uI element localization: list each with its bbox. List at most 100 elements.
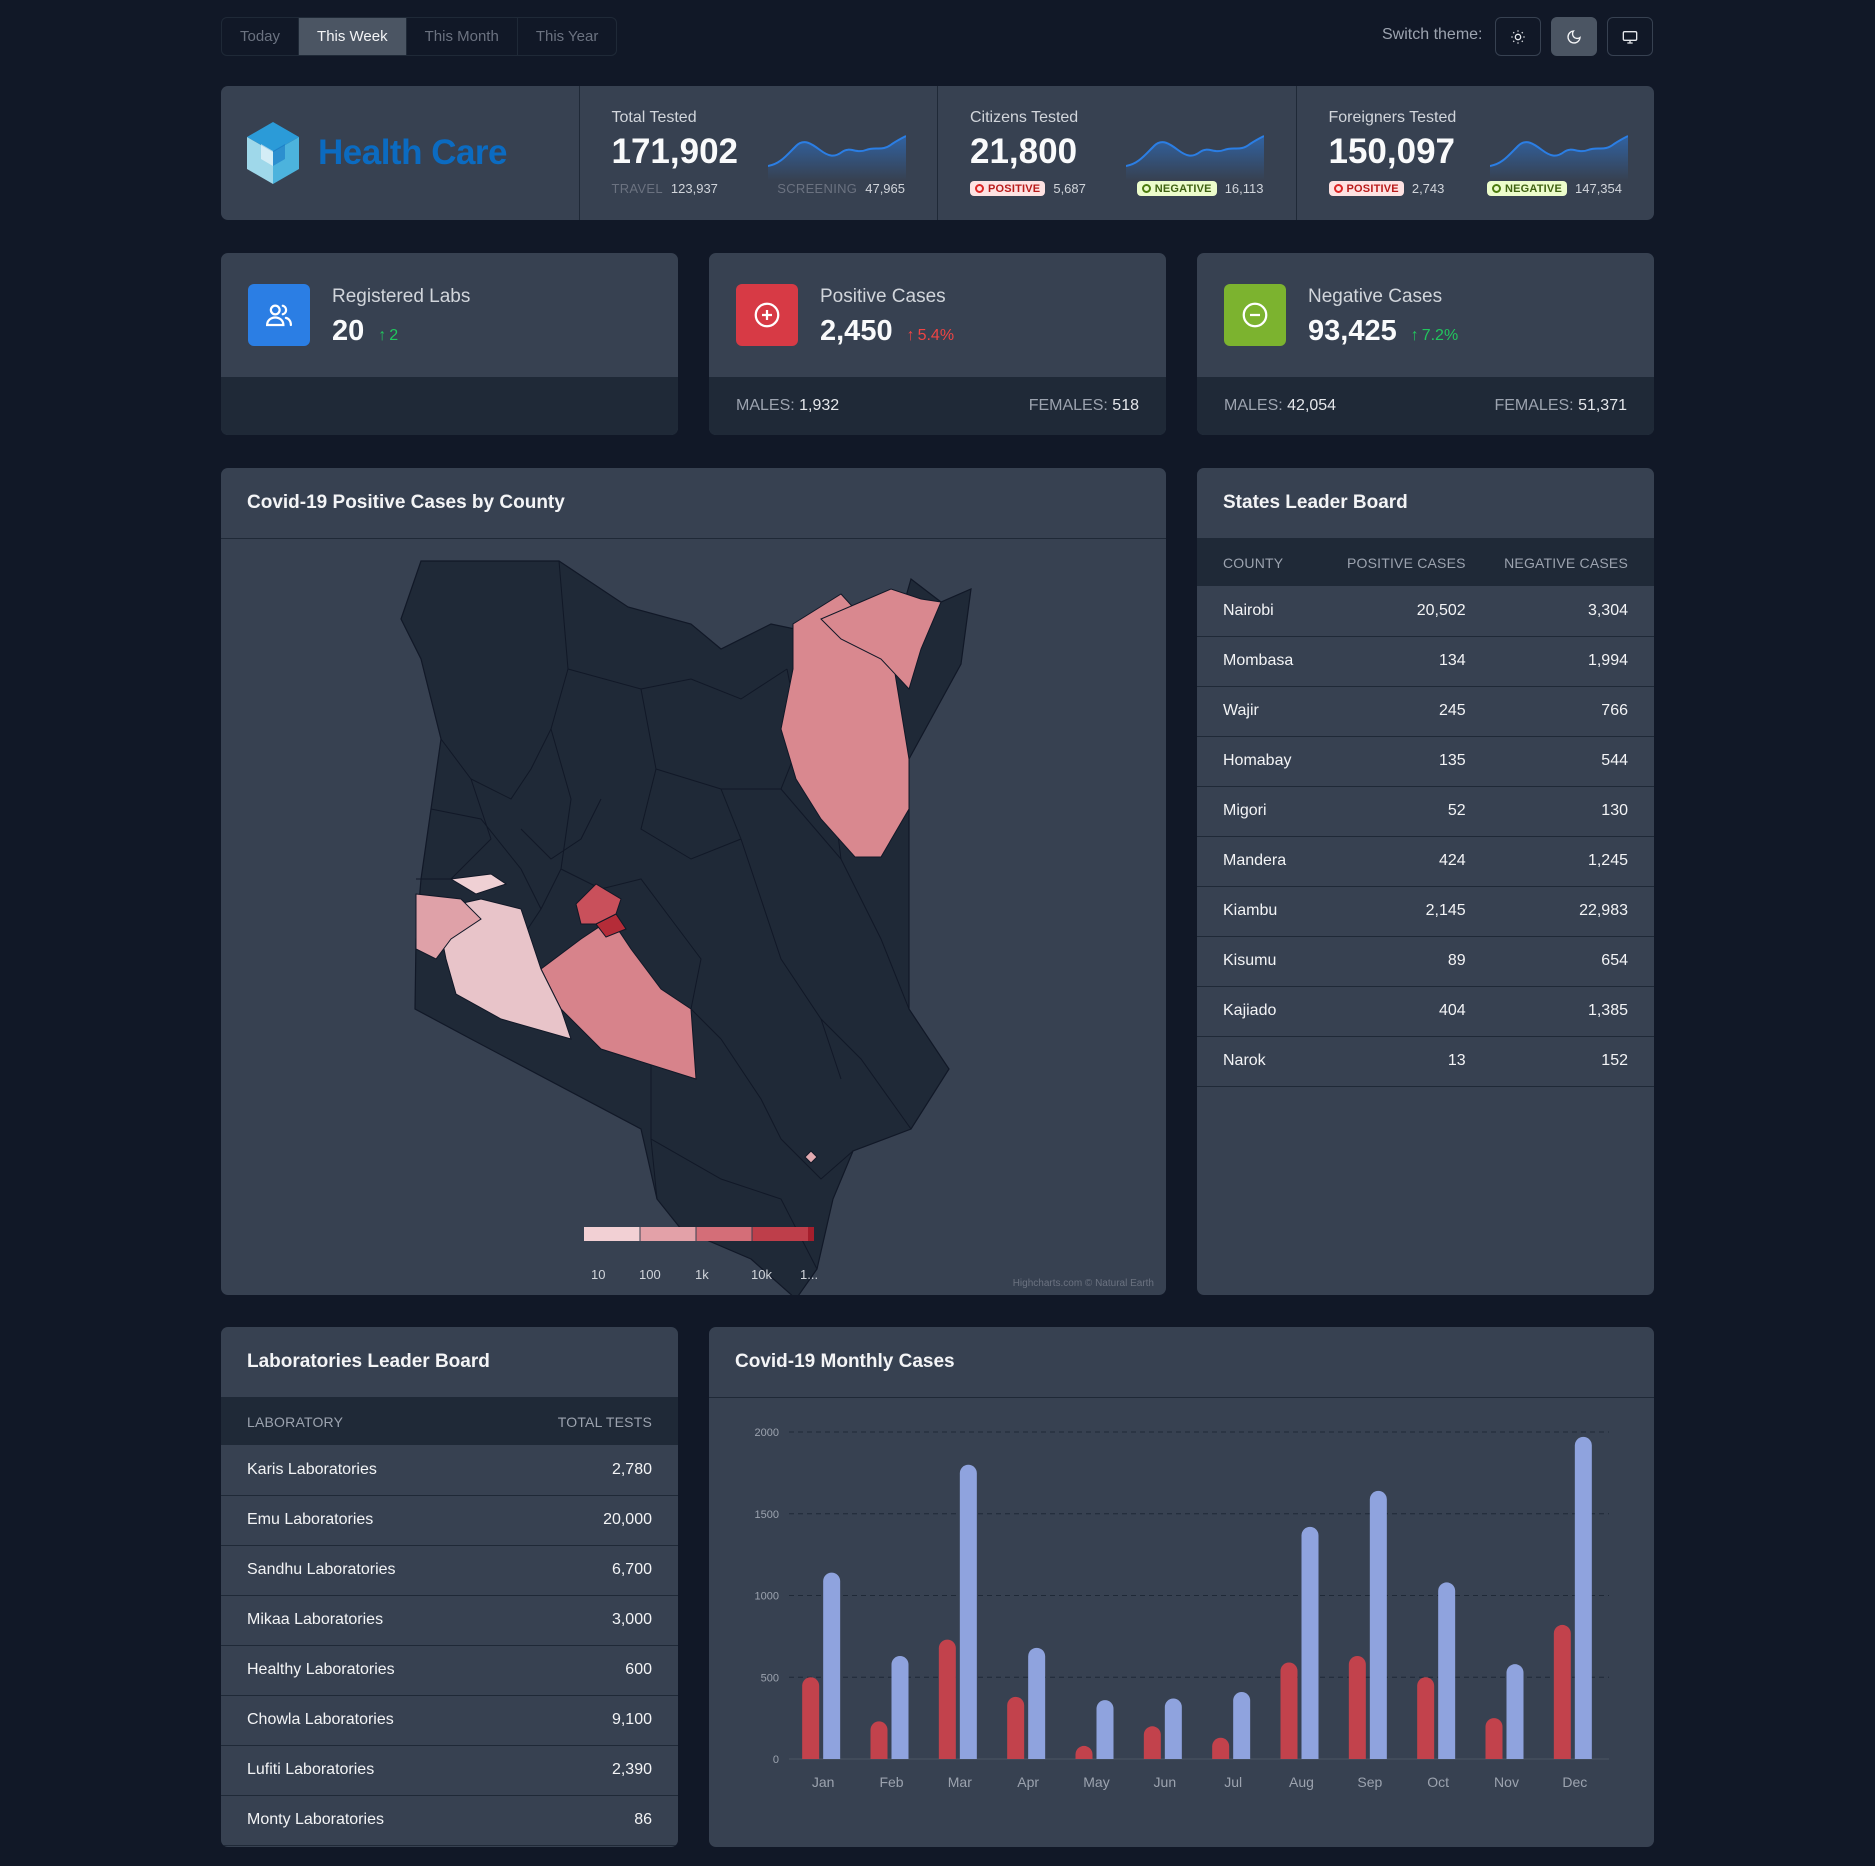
cube-logo-icon xyxy=(247,122,299,184)
bar xyxy=(1028,1647,1046,1759)
bar xyxy=(1574,1436,1592,1759)
bar xyxy=(1075,1745,1093,1759)
sun-icon xyxy=(1511,29,1525,44)
foreigners-negative-stat: NEGATIVE 147,354 xyxy=(1486,181,1622,196)
positive-cases: 404 xyxy=(1327,986,1466,1037)
citizens-tested-value: 21,800 xyxy=(970,132,1078,171)
states-board-title: States Leader Board xyxy=(1223,492,1408,513)
range-tab-this-month[interactable]: This Month xyxy=(407,18,518,55)
negative-cases: 766 xyxy=(1465,686,1654,737)
legend-label: 1k xyxy=(695,1267,709,1282)
table-row[interactable]: Healthy Laboratories 600 xyxy=(221,1645,678,1696)
negative-cases: 152 xyxy=(1465,1036,1654,1087)
legend-label: 10 xyxy=(591,1267,606,1282)
table-row[interactable]: Monty Laboratories 86 xyxy=(221,1795,678,1846)
bar xyxy=(1369,1490,1387,1759)
monthly-cases-chart: 0 500 1000 1500 2000 Jan Feb Mar Apr May Jun Jul Aug… xyxy=(755,1427,1609,1790)
monitor-icon xyxy=(1622,30,1638,44)
foreigners-tested-value: 150,097 xyxy=(1328,132,1456,171)
positive-cases-card: Positive Cases 2,450 ↑ 5.4% MALES: 1,932 … xyxy=(709,253,1166,435)
bar xyxy=(1485,1718,1503,1759)
light-theme-button[interactable] xyxy=(1495,17,1541,56)
total-tests: 9,100 xyxy=(485,1695,678,1746)
table-row[interactable]: Homabay 135 544 xyxy=(1197,736,1654,787)
x-tick-label: May xyxy=(1083,1774,1109,1790)
table-row[interactable]: Lufiti Laboratories 2,390 xyxy=(221,1745,678,1796)
screening-value: 47,965 xyxy=(865,181,905,196)
y-tick-label: 0 xyxy=(773,1754,779,1766)
bar xyxy=(891,1655,909,1759)
citizens-negative-value: 16,113 xyxy=(1224,181,1264,196)
laboratory-name: Healthy Laboratories xyxy=(221,1645,486,1696)
table-row[interactable]: Kisumu 89 654 xyxy=(1197,936,1654,987)
x-tick-label: Dec xyxy=(1562,1774,1587,1790)
county-name: Mombasa xyxy=(1197,636,1328,687)
x-tick-label: Jan xyxy=(812,1774,835,1790)
county-name: Wajir xyxy=(1197,686,1328,737)
table-row[interactable]: Wajir 245 766 xyxy=(1197,686,1654,737)
arrow-up-icon: ↑ xyxy=(1410,327,1419,344)
monthly-chart-title: Covid-19 Monthly Cases xyxy=(735,1351,955,1372)
table-row[interactable]: Chowla Laboratories 9,100 xyxy=(221,1695,678,1746)
table-row[interactable]: Nairobi 20,502 3,304 xyxy=(1197,586,1654,637)
positive-badge: POSITIVE xyxy=(1328,181,1404,196)
legend-label: 1... xyxy=(800,1267,819,1282)
county-name: Mandera xyxy=(1197,836,1328,887)
positive-cases: 245 xyxy=(1327,686,1466,737)
table-row[interactable]: Emu Laboratories 20,000 xyxy=(221,1495,678,1546)
table-row[interactable]: Sandhu Laboratories 6,700 xyxy=(221,1545,678,1596)
brand-name: Health Care xyxy=(318,133,508,172)
labs-board-title: Laboratories Leader Board xyxy=(247,1351,490,1372)
arrow-up-icon: ↑ xyxy=(378,327,387,344)
table-row[interactable]: Kajiado 404 1,385 xyxy=(1197,986,1654,1037)
kenya-choropleth-map xyxy=(400,560,972,1295)
x-tick-label: Sep xyxy=(1357,1774,1382,1790)
positive-cases: 52 xyxy=(1327,786,1466,837)
system-theme-button[interactable] xyxy=(1607,17,1653,56)
table-row[interactable]: Narok 13 152 xyxy=(1197,1036,1654,1087)
y-tick-label: 1500 xyxy=(755,1509,779,1521)
negative-cases-label: Negative Cases xyxy=(1308,286,1443,307)
legend-label: 10k xyxy=(751,1267,772,1282)
bar xyxy=(1506,1664,1524,1759)
legend-label: 100 xyxy=(639,1267,661,1282)
table-row[interactable]: Migori 52 130 xyxy=(1197,786,1654,837)
dark-theme-button[interactable] xyxy=(1551,17,1597,56)
range-tab-this-week[interactable]: This Week xyxy=(299,18,407,55)
travel-label: TRAVEL xyxy=(611,181,663,196)
laboratory-name: Mikaa Laboratories xyxy=(221,1595,486,1646)
table-row[interactable]: Mombasa 134 1,994 xyxy=(1197,636,1654,687)
negative-cases-delta: ↑ 7.2% xyxy=(1410,327,1459,344)
county-map-card: Covid-19 Positive Cases by County 10 100… xyxy=(221,468,1166,1295)
registered-labs-footer xyxy=(221,377,678,435)
range-tab-today[interactable]: Today xyxy=(222,18,300,55)
county-name: Migori xyxy=(1197,786,1328,837)
positive-cases: 135 xyxy=(1327,736,1466,787)
total-tests: 2,780 xyxy=(485,1445,678,1496)
bar xyxy=(1096,1700,1114,1759)
citizens-positive-value: 5,687 xyxy=(1053,181,1086,196)
county-name: Kiambu xyxy=(1197,886,1328,937)
column-header: LABORATORY xyxy=(221,1398,486,1445)
registered-labs-delta: ↑ 2 xyxy=(378,327,399,344)
negative-cases: 1,385 xyxy=(1465,986,1654,1037)
table-row[interactable]: Kiambu 2,145 22,983 xyxy=(1197,886,1654,937)
bar xyxy=(1143,1726,1161,1759)
bar xyxy=(1301,1526,1319,1759)
positive-cases: 20,502 xyxy=(1327,586,1466,637)
travel-value: 123,937 xyxy=(670,181,718,196)
table-row[interactable]: Mikaa Laboratories 3,000 xyxy=(221,1595,678,1646)
total-tests: 2,390 xyxy=(485,1745,678,1796)
positive-cases: 424 xyxy=(1327,836,1466,887)
table-row[interactable]: Mandera 424 1,245 xyxy=(1197,836,1654,887)
range-tab-this-year[interactable]: This Year xyxy=(518,18,617,55)
x-tick-label: Jul xyxy=(1224,1774,1242,1790)
negative-cases: 1,994 xyxy=(1465,636,1654,687)
total-tested-cell: Total Tested 171,902 TRAVEL 123,937 SCRE… xyxy=(580,86,938,220)
county-name: Nairobi xyxy=(1197,586,1328,637)
column-header: POSITIVE CASES xyxy=(1327,539,1466,586)
negative-cases-card: Negative Cases 93,425 ↑ 7.2% MALES: 42,05… xyxy=(1197,253,1654,435)
bar xyxy=(1164,1698,1182,1759)
table-row[interactable]: Karis Laboratories 2,780 xyxy=(221,1445,678,1496)
negative-cases: 654 xyxy=(1465,936,1654,987)
